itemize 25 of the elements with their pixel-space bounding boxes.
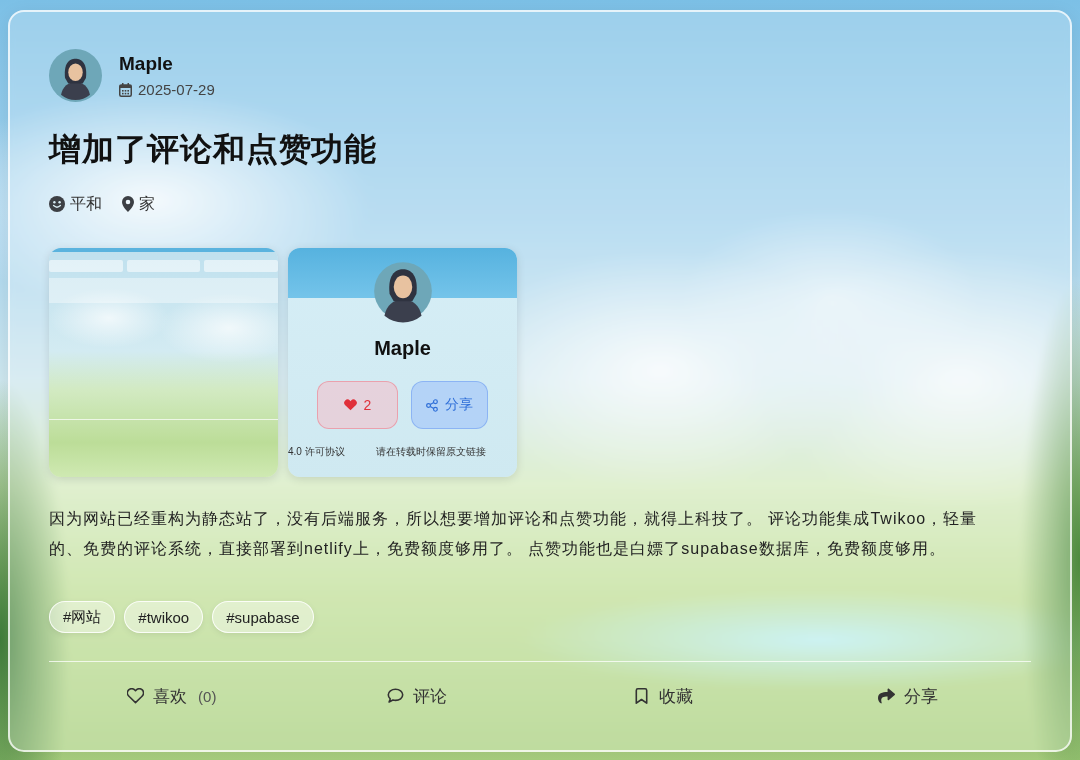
- post-date: 2025-07-29: [138, 80, 215, 99]
- like-button[interactable]: 喜欢 (0): [117, 678, 227, 714]
- mood-label: 平和: [70, 193, 102, 214]
- tag-chip[interactable]: #twikoo: [124, 601, 204, 633]
- post-title: 增加了评论和点赞功能: [49, 130, 377, 169]
- bookmark-button[interactable]: 收藏: [622, 678, 703, 714]
- heart-icon: [127, 688, 145, 704]
- post-body: 因为网站已经重构为静态站了，没有后端服务，所以想要增加评论和点赞功能，就得上科技了。 评论功能集成Twikoo，轻量的、免费的评论系统，直接部署到netlify上，免费额度够用了。 点赞功能也是白嫖了supabase数据库，免费额度够用。: [49, 509, 979, 559]
- reprint-notice-text: 请在转载时保留原文链接: [375, 446, 486, 458]
- license-text: 4.0 许可协议: [288, 446, 345, 458]
- location-pin-icon: [122, 196, 134, 212]
- speech-bubble-icon: [387, 688, 405, 704]
- calendar-icon: [119, 82, 132, 97]
- comment-button[interactable]: 评论: [377, 678, 458, 714]
- share-nodes-icon: [426, 398, 438, 412]
- smiley-icon: [49, 196, 65, 212]
- author-name: Maple: [119, 52, 174, 75]
- profile-name: Maple: [374, 336, 431, 360]
- location-label: 家: [139, 193, 155, 214]
- avatar-icon: [49, 49, 102, 102]
- tag-chip[interactable]: #网站: [49, 601, 116, 633]
- tag-chip[interactable]: #supabase: [212, 601, 314, 633]
- share-button[interactable]: 分享: [868, 678, 949, 714]
- share-arrow-icon: [878, 688, 896, 704]
- heart-icon: [343, 399, 357, 411]
